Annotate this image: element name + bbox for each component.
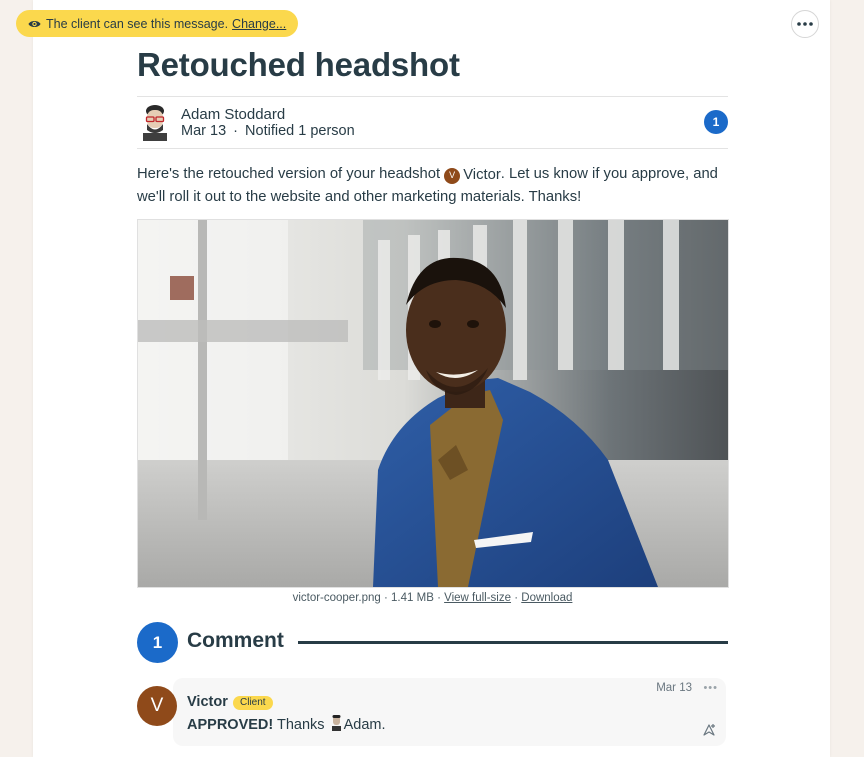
mention-avatar: V — [444, 167, 461, 184]
author-meta: Adam Stoddard Mar 13 · Notified 1 person… — [137, 96, 728, 149]
caption-separator: · — [437, 592, 441, 604]
comment-text-part: Thanks — [273, 717, 325, 733]
eye-icon — [28, 20, 41, 27]
comment-item: Victor Client Mar 13 ••• APPROVED! Thank… — [173, 678, 726, 746]
message-text-start: Here's the retouched version of your hea… — [137, 166, 441, 182]
more-options-button[interactable] — [791, 10, 819, 38]
caption-separator: · — [514, 592, 519, 604]
mention-victor[interactable]: V Victor — [444, 165, 501, 187]
comment-more-button[interactable]: ••• — [703, 682, 718, 694]
attachment-filename: victor-cooper.png — [292, 592, 381, 604]
mention-avatar-adam — [331, 715, 341, 731]
author-avatar[interactable] — [143, 103, 167, 141]
attached-image[interactable] — [137, 219, 729, 588]
change-visibility-link[interactable]: Change... — [232, 17, 286, 31]
more-options-icon — [797, 22, 813, 26]
heading-divider — [298, 641, 728, 644]
headshot-photo — [138, 220, 728, 587]
visibility-text: The client can see this message. — [46, 16, 229, 31]
comment-date[interactable]: Mar 13 — [656, 682, 692, 694]
meta-separator: · — [233, 123, 239, 139]
comment-mention-adam[interactable]: Adam. — [344, 717, 386, 733]
notified-count[interactable]: Notified 1 person — [245, 123, 355, 139]
comment-text: APPROVED! Thanks Adam. — [187, 714, 386, 733]
download-link[interactable]: Download — [521, 592, 572, 604]
boost-icon[interactable] — [700, 721, 718, 739]
visibility-notice: The client can see this message. Change.… — [16, 10, 299, 37]
attachment-size: 1.41 MB — [391, 592, 434, 604]
attachment-caption: victor-cooper.png · 1.41 MB · View full-… — [137, 592, 728, 604]
post-date: Mar 13 — [181, 123, 227, 139]
comment-author[interactable]: Victor — [187, 694, 228, 710]
view-full-size-link[interactable]: View full-size — [444, 592, 511, 604]
comments-count-circle: 1 — [137, 622, 178, 663]
caption-separator: · — [383, 592, 388, 604]
mention-name: Victor — [463, 167, 501, 183]
comment-author-avatar[interactable]: V — [137, 686, 177, 726]
message-body: Here's the retouched version of your hea… — [137, 164, 732, 208]
page-title: Retouched headshot — [137, 46, 460, 83]
comments-heading: Comment — [187, 629, 284, 652]
post-meta-line: Mar 13 · Notified 1 person — [181, 123, 355, 139]
author-name[interactable]: Adam Stoddard — [181, 106, 285, 123]
comment-count-badge[interactable]: 1 — [704, 110, 728, 134]
comment-bold-text: APPROVED! — [187, 717, 274, 733]
client-badge: Client — [233, 696, 273, 710]
